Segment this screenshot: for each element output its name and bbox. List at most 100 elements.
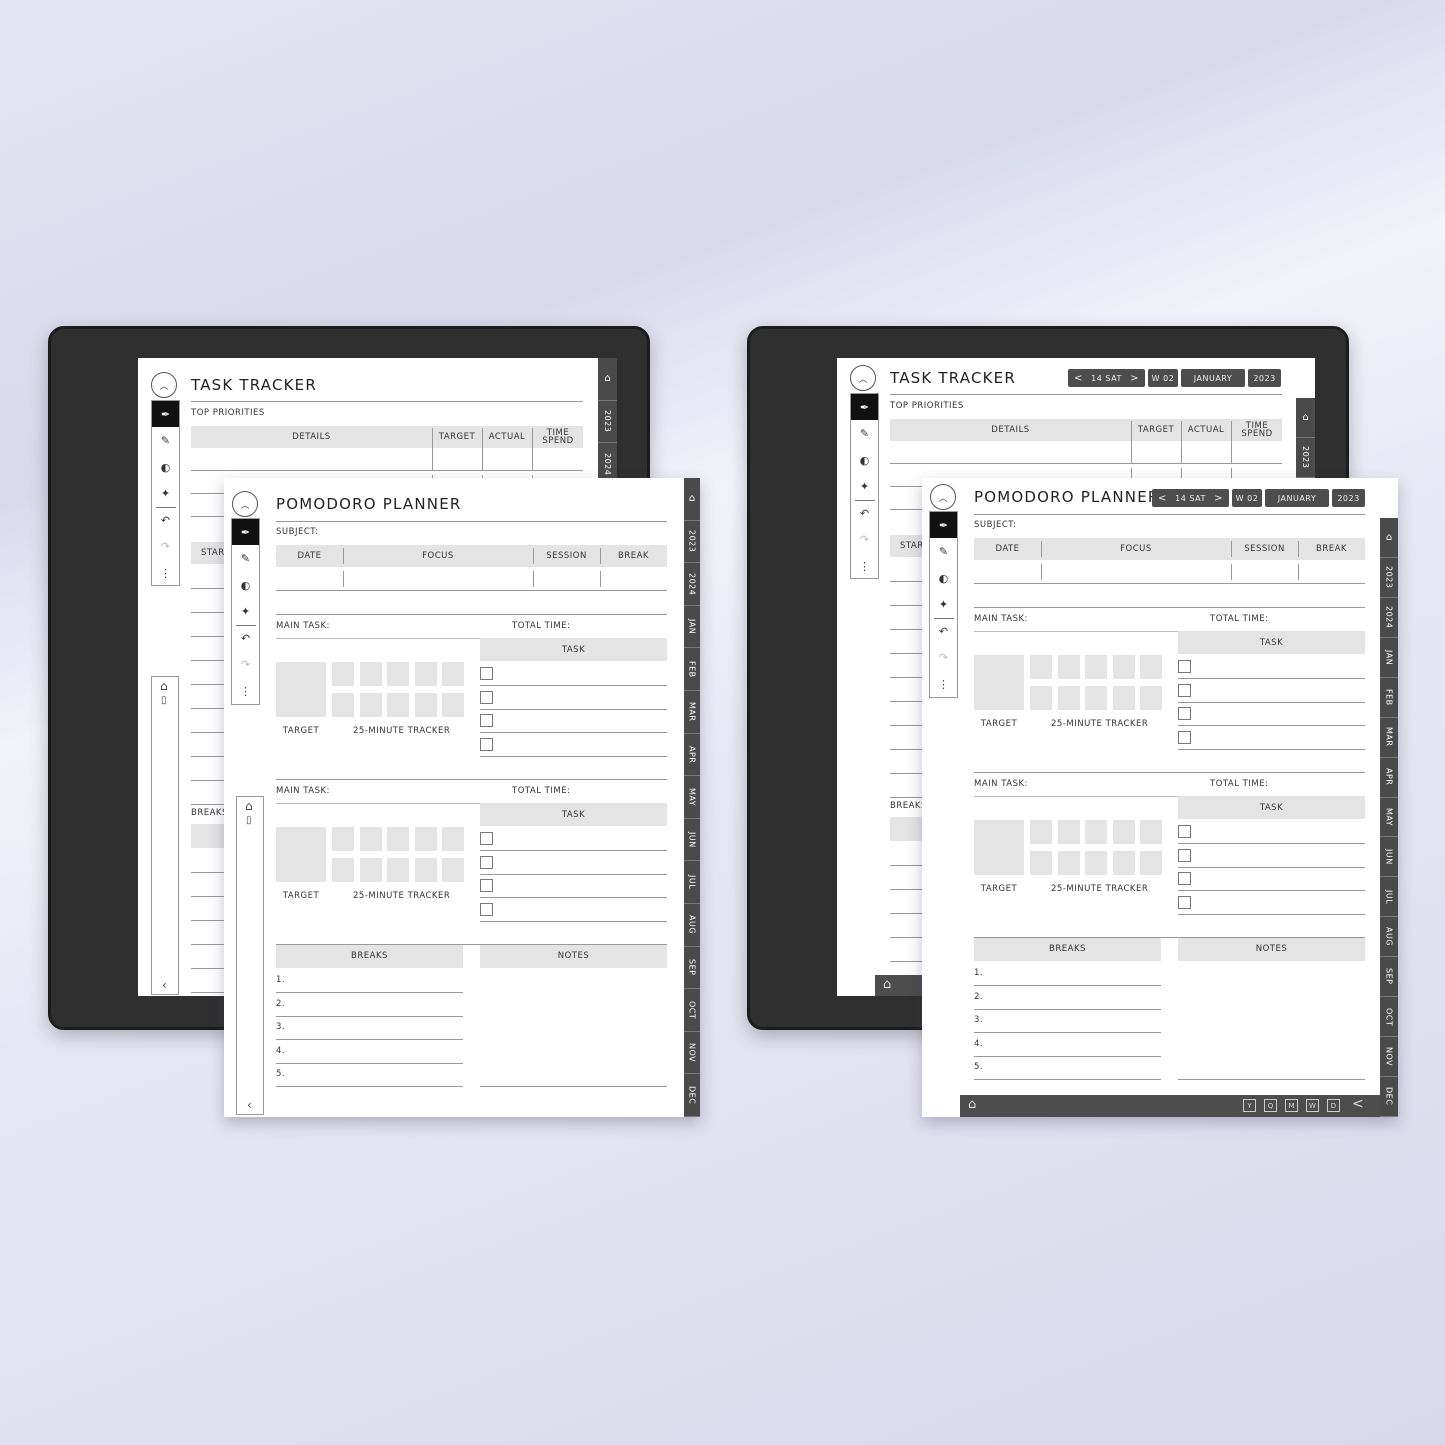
home-icon[interactable]: ⌂ xyxy=(245,799,253,813)
tracker-cell[interactable] xyxy=(442,858,464,882)
task-checkbox[interactable] xyxy=(480,832,493,845)
task-checkbox[interactable] xyxy=(480,690,493,704)
tab-sep[interactable]: SEP xyxy=(1380,957,1398,998)
tab-nov[interactable]: NOV xyxy=(1380,1037,1398,1078)
tracker-cell[interactable] xyxy=(1085,851,1107,875)
eraser-tool-button[interactable]: ◐ xyxy=(930,565,957,591)
tracker-cell[interactable] xyxy=(359,827,382,851)
tab-apr[interactable]: APR xyxy=(1380,758,1398,798)
pen-tool-button[interactable]: ✒ xyxy=(851,394,878,420)
tracker-cell[interactable] xyxy=(387,662,409,686)
tracker-cell[interactable] xyxy=(332,662,354,686)
collapse-toolbar-button[interactable]: ︿ xyxy=(930,484,956,510)
redo-button[interactable]: ↷ xyxy=(232,652,259,678)
next-day-button[interactable]: > xyxy=(1130,373,1139,384)
tab-feb[interactable]: FEB xyxy=(1380,678,1398,718)
tab-jul[interactable]: JUL xyxy=(1380,877,1398,918)
tab-jul[interactable]: JUL xyxy=(684,861,700,904)
undo-button[interactable]: ↶ xyxy=(930,618,957,644)
tracker-cell[interactable] xyxy=(442,662,464,686)
task-checkbox[interactable] xyxy=(1178,683,1191,697)
pen-tool-button[interactable]: ✒ xyxy=(152,401,179,427)
tab-home[interactable]: ⌂ xyxy=(1380,518,1398,558)
tracker-cell[interactable] xyxy=(359,693,382,717)
tracker-cell[interactable] xyxy=(1140,820,1162,844)
calendar-icon-q[interactable]: Q xyxy=(1264,1099,1277,1112)
tracker-cell[interactable] xyxy=(1057,686,1080,710)
tab-aug[interactable]: AUG xyxy=(1380,917,1398,958)
date-selector[interactable]: <14 SAT > xyxy=(1152,489,1229,507)
calendar-icon-d[interactable]: D xyxy=(1327,1099,1340,1112)
tab-feb[interactable]: FEB xyxy=(684,648,700,691)
tracker-cell[interactable] xyxy=(442,693,464,717)
tab-jun[interactable]: JUN xyxy=(1380,837,1398,878)
task-checkbox[interactable] xyxy=(1178,895,1191,909)
tracker-cell[interactable] xyxy=(1112,820,1135,844)
tab-home[interactable]: ⌂ xyxy=(684,478,700,521)
tab-jan[interactable]: JAN xyxy=(1380,638,1398,678)
eraser-tool-button[interactable]: ◐ xyxy=(851,447,878,473)
tracker-cell[interactable] xyxy=(387,858,409,882)
year-button[interactable]: 2023 xyxy=(1248,369,1281,387)
tracker-cell[interactable] xyxy=(414,693,437,717)
more-button[interactable]: ⋮ xyxy=(930,671,957,697)
page-icon[interactable]: ▯ xyxy=(161,695,167,706)
tab-aug[interactable]: AUG xyxy=(684,904,700,947)
marker-tool-button[interactable]: ✎ xyxy=(152,428,179,454)
tab-mar[interactable]: MAR xyxy=(684,691,700,734)
more-button[interactable]: ⋮ xyxy=(232,678,259,704)
tracker-cell[interactable] xyxy=(1030,851,1052,875)
tracker-cell[interactable] xyxy=(414,827,437,851)
tracker-cell[interactable] xyxy=(442,827,464,851)
task-checkbox[interactable] xyxy=(480,714,493,727)
eraser-tool-button[interactable]: ◐ xyxy=(152,454,179,480)
task-checkbox[interactable] xyxy=(1178,825,1191,838)
tracker-cell[interactable] xyxy=(1112,851,1135,875)
tab-home[interactable]: ⌂ xyxy=(598,358,617,401)
more-button[interactable]: ⋮ xyxy=(152,560,179,586)
tab-2024[interactable]: 2024 xyxy=(1380,598,1398,638)
more-button[interactable]: ⋮ xyxy=(851,553,878,579)
collapse-toolbar-button[interactable]: ︿ xyxy=(850,365,876,391)
date-selector[interactable]: <14 SAT > xyxy=(1068,369,1145,387)
tab-oct[interactable]: OCT xyxy=(1380,997,1398,1038)
tracker-cell[interactable] xyxy=(332,693,354,717)
tab-nov[interactable]: NOV xyxy=(684,1032,700,1075)
tracker-cell[interactable] xyxy=(1112,655,1135,679)
collapse-toolbar-button[interactable]: ︿ xyxy=(151,372,177,398)
tab-oct[interactable]: OCT xyxy=(684,989,700,1032)
tracker-cell[interactable] xyxy=(387,693,409,717)
tracker-cell[interactable] xyxy=(1085,820,1107,844)
tab-home[interactable]: ⌂ xyxy=(1296,398,1315,438)
task-checkbox[interactable] xyxy=(1178,848,1191,862)
tracker-cell[interactable] xyxy=(1030,820,1052,844)
tracker-cell[interactable] xyxy=(1140,851,1162,875)
month-button[interactable]: JANUARY xyxy=(1265,489,1329,507)
tab-apr[interactable]: APR xyxy=(684,734,700,777)
tracker-cell[interactable] xyxy=(1030,686,1052,710)
tracker-cell[interactable] xyxy=(332,858,354,882)
page-icon[interactable]: ▯ xyxy=(246,815,252,826)
marker-tool-button[interactable]: ✎ xyxy=(851,421,878,447)
task-checkbox[interactable] xyxy=(480,879,493,892)
prev-day-button[interactable]: < xyxy=(1158,493,1167,504)
lasso-tool-button[interactable]: ✦ xyxy=(232,599,259,625)
task-checkbox[interactable] xyxy=(480,902,493,916)
tracker-cell[interactable] xyxy=(1140,655,1162,679)
task-checkbox[interactable] xyxy=(480,855,493,869)
tab-2023[interactable]: 2023 xyxy=(684,521,700,564)
home-button[interactable]: ⌂ xyxy=(968,1097,976,1112)
pen-tool-button[interactable]: ✒ xyxy=(930,512,957,538)
marker-tool-button[interactable]: ✎ xyxy=(930,539,957,565)
tab-mar[interactable]: MAR xyxy=(1380,718,1398,758)
task-checkbox[interactable] xyxy=(480,737,493,751)
tracker-cell[interactable] xyxy=(359,858,382,882)
month-button[interactable]: JANUARY xyxy=(1181,369,1245,387)
tracker-cell[interactable] xyxy=(359,662,382,686)
tab-may[interactable]: MAY xyxy=(1380,798,1398,838)
prev-day-button[interactable]: < xyxy=(1074,373,1083,384)
home-icon[interactable]: ⌂ xyxy=(883,977,891,992)
task-checkbox[interactable] xyxy=(1178,730,1191,744)
redo-button[interactable]: ↷ xyxy=(851,527,878,553)
tab-may[interactable]: MAY xyxy=(684,776,700,819)
